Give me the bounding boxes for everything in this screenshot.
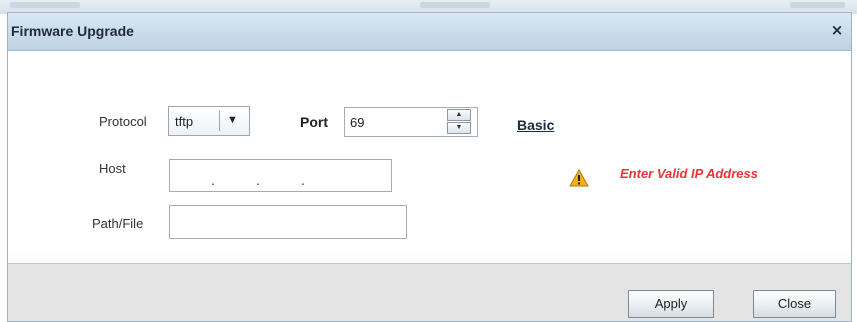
- port-label: Port: [300, 114, 328, 130]
- protocol-selected-value: tftp: [175, 114, 194, 129]
- warning-message: Enter Valid IP Address: [620, 166, 758, 181]
- host-label: Host: [99, 161, 126, 176]
- dialog-content: Protocol tftp ▼ Port ▲ ▼ Basic Host . . …: [8, 51, 851, 301]
- background-text-fragment: [10, 2, 80, 8]
- port-spinner[interactable]: ▲ ▼: [344, 107, 478, 137]
- protocol-select[interactable]: tftp ▼: [168, 106, 250, 136]
- background-text-fragment: [790, 2, 845, 8]
- dialog-title: Firmware Upgrade: [11, 23, 134, 39]
- path-file-input[interactable]: [169, 205, 407, 239]
- ip-separator: .: [301, 172, 305, 188]
- ip-separator: .: [211, 172, 215, 188]
- host-ip-input[interactable]: . . .: [169, 159, 392, 192]
- firmware-upgrade-dialog: Firmware Upgrade × Protocol tftp ▼ Port …: [7, 12, 852, 322]
- close-icon[interactable]: ×: [829, 22, 845, 38]
- apply-button[interactable]: Apply: [628, 290, 714, 318]
- protocol-label: Protocol: [99, 114, 147, 129]
- dialog-footer: Apply Close: [8, 263, 851, 321]
- warning-icon: [569, 169, 589, 187]
- ip-separator: .: [256, 172, 260, 188]
- port-input[interactable]: [345, 108, 455, 136]
- triangle-down-icon[interactable]: ▼: [227, 114, 238, 126]
- basic-link[interactable]: Basic: [517, 117, 554, 133]
- spinner-up-icon[interactable]: ▲: [447, 109, 471, 121]
- spinner-down-icon[interactable]: ▼: [447, 122, 471, 134]
- background-text-fragment: [420, 2, 490, 8]
- select-divider: [219, 111, 220, 131]
- dialog-titlebar[interactable]: Firmware Upgrade ×: [8, 13, 851, 51]
- path-file-label: Path/File: [92, 216, 144, 231]
- close-button[interactable]: Close: [753, 290, 836, 318]
